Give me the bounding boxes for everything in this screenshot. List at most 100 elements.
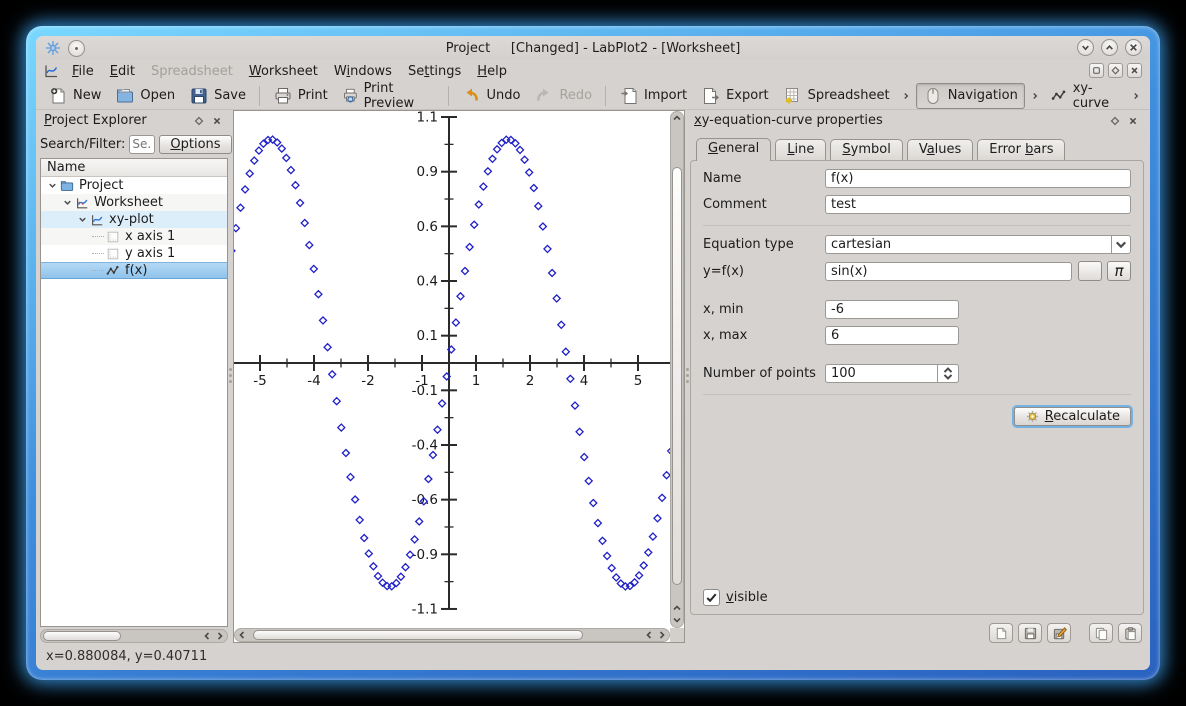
window-menu-button[interactable] xyxy=(68,40,85,57)
recalculate-button[interactable]: Recalculate xyxy=(1014,407,1131,426)
menu-worksheet[interactable]: Worksheet xyxy=(241,63,326,80)
menu-settings[interactable]: Settings xyxy=(400,63,469,80)
copy-button[interactable] xyxy=(1089,623,1113,643)
tab-general[interactable]: General xyxy=(696,138,771,161)
tree-item-x-axis-1[interactable]: x axis 1 xyxy=(41,228,227,245)
toolbar-button-label: Spreadsheet xyxy=(808,88,890,103)
expander-chevron-icon[interactable] xyxy=(77,214,88,225)
menu-edit[interactable]: Edit xyxy=(102,63,143,80)
undo-button[interactable]: Undo xyxy=(455,84,526,108)
explorer-hscrollbar[interactable] xyxy=(40,629,228,643)
chevron-down-icon[interactable] xyxy=(1111,235,1131,254)
scroll-left-arrow[interactable] xyxy=(236,629,248,641)
scrollbar-thumb[interactable] xyxy=(672,167,682,585)
worksheet-hscrollbar[interactable] xyxy=(234,628,670,642)
options-button[interactable]: Options xyxy=(159,135,231,154)
export-button[interactable]: Export xyxy=(695,84,775,108)
new-button[interactable]: New xyxy=(42,84,107,108)
npoints-stepper[interactable] xyxy=(825,364,959,383)
xmin-field[interactable] xyxy=(825,300,959,319)
tab-error-bars[interactable]: Error bars xyxy=(977,139,1065,160)
save-icon xyxy=(189,86,209,106)
expander-chevron-icon[interactable] xyxy=(62,197,73,208)
dock-close-icon[interactable] xyxy=(1126,114,1140,128)
sin-curve-plot[interactable]: -5-4-2-112451.10.90.60.40.1-0.1-0.4-0.6-… xyxy=(234,111,670,628)
save-edit-button[interactable] xyxy=(1047,623,1071,643)
paste-icon xyxy=(1123,626,1138,641)
scroll-left-arrow[interactable] xyxy=(201,630,213,642)
menu-items: FileEditSpreadsheetWorksheetWindowsSetti… xyxy=(64,63,515,80)
maximize-button[interactable] xyxy=(1101,39,1118,56)
scroll-up-arrow-2[interactable] xyxy=(671,602,683,614)
toolbar-overflow-chevron-icon[interactable] xyxy=(901,88,911,104)
folder-icon xyxy=(59,179,75,193)
redo-button[interactable]: Redo xyxy=(528,84,598,108)
scroll-up-arrow[interactable] xyxy=(671,112,683,124)
dock-float-icon[interactable] xyxy=(192,114,206,128)
expander-chevron-icon[interactable] xyxy=(47,180,58,191)
comment-field[interactable] xyxy=(825,195,1131,214)
equation-type-value[interactable] xyxy=(825,235,1111,254)
tree-item-xy-plot[interactable]: xy-plot xyxy=(41,211,227,228)
svg-text:-5: -5 xyxy=(253,373,266,389)
spin-arrows-icon[interactable] xyxy=(937,364,959,383)
navigation-button[interactable]: Navigation xyxy=(916,83,1025,109)
close-button[interactable] xyxy=(1125,39,1142,56)
menu-spreadsheet[interactable]: Spreadsheet xyxy=(143,63,241,80)
scroll-left-arrow-2[interactable] xyxy=(643,629,655,641)
menu-file[interactable]: File xyxy=(64,63,102,80)
project-explorer-dock: Project Explorer Search/Filter: Options … xyxy=(40,110,228,643)
right-splitter[interactable] xyxy=(685,110,690,643)
scroll-right-arrow[interactable] xyxy=(656,629,668,641)
scroll-down-arrow[interactable] xyxy=(671,614,683,626)
svg-text:-0.4: -0.4 xyxy=(412,437,438,453)
mdi-float-button[interactable] xyxy=(1108,63,1123,78)
import-button[interactable]: Import xyxy=(613,84,693,108)
tree-item-worksheet[interactable]: Worksheet xyxy=(41,194,227,211)
dock-close-icon[interactable] xyxy=(210,114,224,128)
visible-checkbox[interactable] xyxy=(703,589,720,606)
print-preview-button[interactable]: Print Preview xyxy=(336,79,441,113)
save-button[interactable]: Save xyxy=(183,84,252,108)
tree-item-f-x-[interactable]: f(x) xyxy=(41,262,227,279)
spreadsheet-button[interactable]: Spreadsheet xyxy=(777,84,896,108)
menu-windows[interactable]: Windows xyxy=(326,63,400,80)
svg-text:-0.9: -0.9 xyxy=(412,547,438,563)
open-button[interactable]: Open xyxy=(109,84,181,108)
titlebar[interactable]: Project [Changed] - LabPlot2 - [Workshee… xyxy=(36,36,1150,60)
mdi-close-button[interactable] xyxy=(1127,63,1142,78)
equation-type-dropdown[interactable] xyxy=(825,235,1131,254)
svg-text:-0.1: -0.1 xyxy=(412,383,438,399)
scrollbar-thumb[interactable] xyxy=(43,631,121,641)
toolbar-overflow-chevron-icon[interactable] xyxy=(1131,88,1141,104)
tree-item-project[interactable]: Project xyxy=(41,177,227,194)
insert-constant-button[interactable]: π xyxy=(1107,261,1131,281)
mdi-restore-button[interactable] xyxy=(1089,63,1104,78)
menu-help[interactable]: Help xyxy=(469,63,515,80)
xy-curve-button[interactable]: xy-curve xyxy=(1045,79,1126,113)
dock-float-icon[interactable] xyxy=(1108,114,1122,128)
xmax-field[interactable] xyxy=(825,326,959,345)
minimize-button[interactable] xyxy=(1077,39,1094,56)
worksheet-vscrollbar[interactable] xyxy=(670,111,684,628)
paste-button[interactable] xyxy=(1118,623,1142,643)
scrollbar-thumb[interactable] xyxy=(253,630,583,640)
tree-item-y-axis-1[interactable]: y axis 1 xyxy=(41,245,227,262)
npoints-field[interactable] xyxy=(825,364,937,383)
plot-canvas[interactable]: -5-4-2-112451.10.90.60.40.1-0.1-0.4-0.6-… xyxy=(234,111,670,628)
tree-item-label: y axis 1 xyxy=(125,246,175,261)
print-button[interactable]: Print xyxy=(267,84,334,108)
tab-line[interactable]: Line xyxy=(775,139,826,160)
name-field[interactable] xyxy=(825,169,1131,188)
toolbar-overflow-chevron-icon[interactable] xyxy=(1030,88,1040,104)
load-template-button[interactable] xyxy=(989,623,1013,643)
scroll-right-arrow[interactable] xyxy=(214,630,226,642)
svg-text:-0.6: -0.6 xyxy=(412,492,438,508)
tab-values[interactable]: Values xyxy=(907,139,973,160)
tab-symbol[interactable]: Symbol xyxy=(830,139,902,160)
search-filter-input[interactable] xyxy=(129,135,155,154)
insert-function-button[interactable] xyxy=(1078,261,1102,281)
save-template-button[interactable] xyxy=(1018,623,1042,643)
fx-expression-field[interactable] xyxy=(825,262,1072,281)
svg-text:5: 5 xyxy=(634,373,643,389)
